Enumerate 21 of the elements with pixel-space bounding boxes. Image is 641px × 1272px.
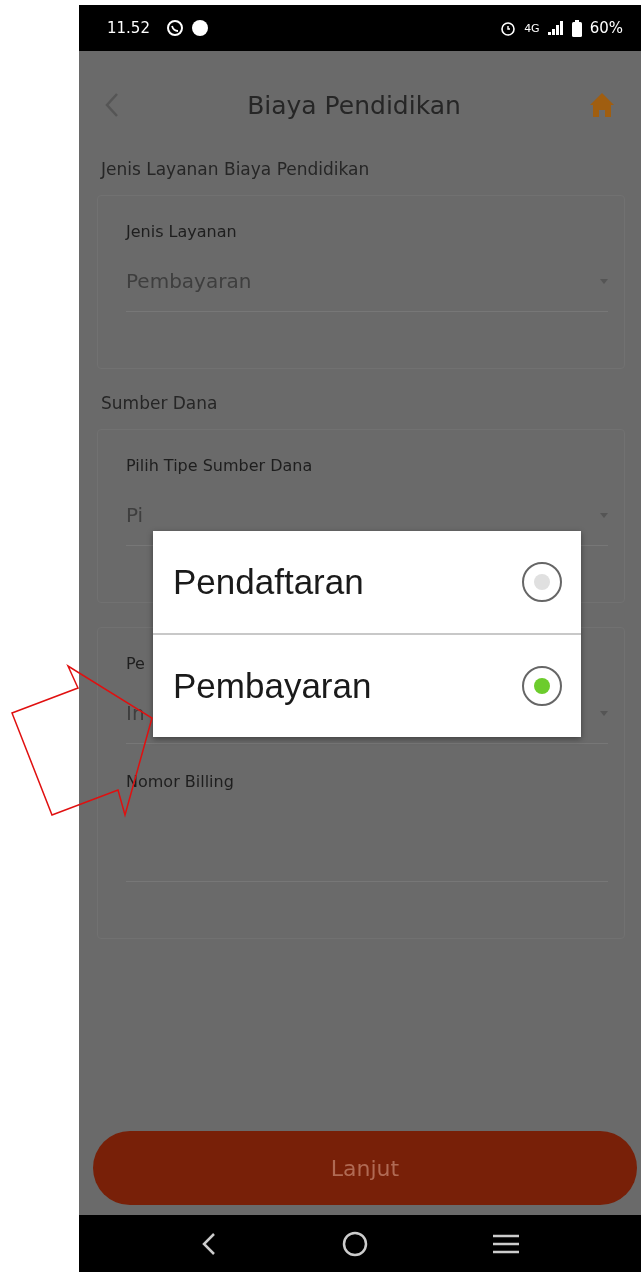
radio-button[interactable]	[521, 561, 563, 603]
field-label: Jenis Layanan	[126, 222, 237, 241]
battery-icon	[571, 19, 582, 37]
field-label: Pe	[126, 654, 145, 673]
continue-button[interactable]: Lanjut	[93, 1131, 637, 1205]
field-label: Pilih Tipe Sumber Dana	[126, 456, 313, 475]
dot-icon	[191, 20, 208, 36]
section-title: Jenis Layanan Biaya Pendidikan	[99, 159, 371, 181]
radio-button[interactable]	[521, 665, 563, 707]
page-title: Biaya Pendidikan	[247, 90, 461, 120]
network-label: 4G	[524, 21, 540, 35]
alarm-icon	[500, 20, 517, 36]
chat-icon	[165, 19, 184, 37]
back-icon[interactable]	[201, 1231, 218, 1256]
signal-icon	[547, 21, 564, 35]
section-title: Sumber Dana	[100, 393, 219, 415]
status-time: 11.52	[107, 19, 150, 37]
home-icon[interactable]	[342, 1230, 368, 1257]
option-item[interactable]: Pembayaran	[153, 633, 581, 737]
menu-icon[interactable]	[492, 1233, 519, 1254]
battery-percent: 60%	[589, 19, 623, 37]
